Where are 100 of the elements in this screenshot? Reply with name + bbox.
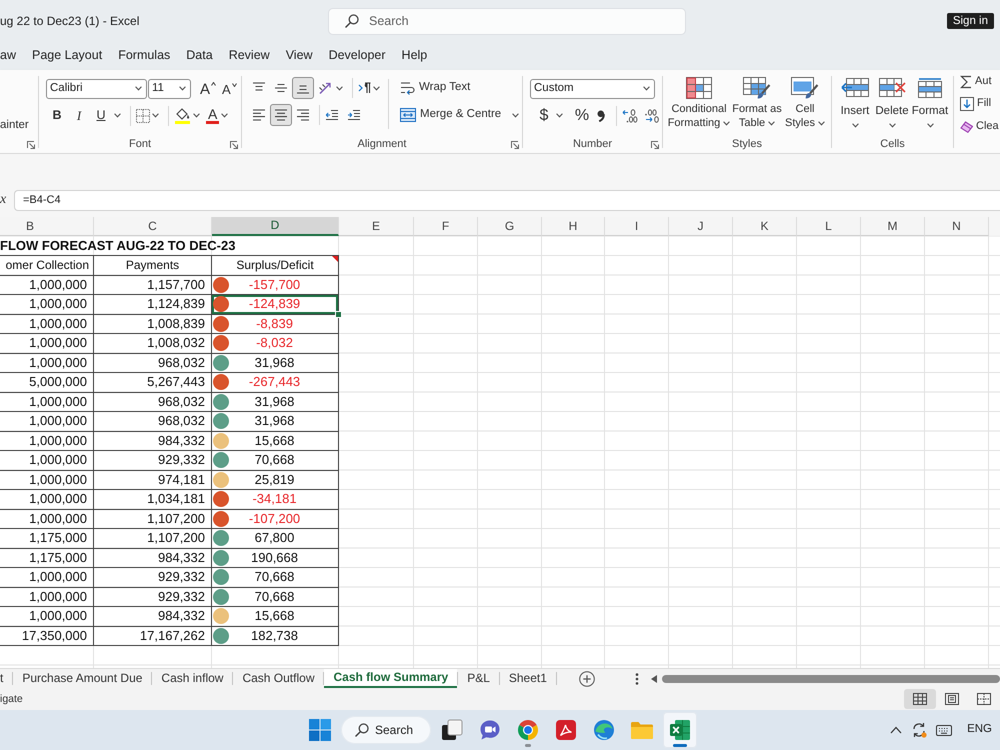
decrease-decimal-icon[interactable] xyxy=(644,108,660,122)
caret-icon[interactable] xyxy=(768,120,776,126)
table-cell[interactable]: 70,668 xyxy=(212,588,339,607)
pdf-app-icon[interactable] xyxy=(555,719,577,741)
ribbon-tab[interactable]: Review xyxy=(228,48,270,64)
sheet-tab[interactable]: P&L xyxy=(458,669,499,688)
ribbon-tab[interactable]: Page Layout xyxy=(32,48,102,64)
caret-icon[interactable] xyxy=(556,113,563,118)
column-header[interactable]: H xyxy=(542,217,605,236)
comma-style-icon[interactable] xyxy=(597,110,605,122)
search-field[interactable]: Search xyxy=(328,8,686,34)
dialog-launcher-icon[interactable] xyxy=(230,140,238,148)
wave-browser-icon[interactable] xyxy=(593,719,615,741)
increase-decimal-icon[interactable] xyxy=(622,108,638,122)
autosum-button[interactable]: Aut xyxy=(960,71,1000,92)
add-sheet-icon[interactable] xyxy=(578,670,595,686)
column-header[interactable]: C xyxy=(94,217,212,236)
column-header[interactable]: L xyxy=(797,217,861,236)
caret-icon[interactable] xyxy=(888,123,896,128)
column-header[interactable]: G xyxy=(478,217,542,236)
ribbon-tab[interactable]: Data xyxy=(186,48,213,64)
caret-icon[interactable] xyxy=(373,86,380,90)
more-options-icon[interactable] xyxy=(634,672,639,684)
language-indicator[interactable]: ENG xyxy=(967,723,992,737)
scroll-left-icon[interactable] xyxy=(650,674,657,682)
table-cell[interactable]: 67,800 xyxy=(212,529,339,548)
table-cell[interactable]: 70,668 xyxy=(212,568,339,588)
chevron-up-icon[interactable] xyxy=(890,726,902,734)
task-view-icon[interactable] xyxy=(441,719,463,741)
caret-icon[interactable] xyxy=(135,86,142,91)
dialog-launcher-icon[interactable] xyxy=(27,140,35,148)
ribbon-tab[interactable]: Developer xyxy=(328,48,386,64)
spreadsheet-app-icon[interactable] xyxy=(669,719,691,741)
format-painter-button[interactable]: ainter xyxy=(0,119,29,133)
fill-color-icon[interactable] xyxy=(174,107,191,124)
table-cell[interactable]: -107,200 xyxy=(212,510,339,529)
decrease-font-size-button[interactable]: A xyxy=(219,78,240,99)
currency-button[interactable]: $ xyxy=(534,105,554,126)
sheet-tab[interactable]: Purchase Amount Due xyxy=(13,669,152,688)
alignment-button[interactable] xyxy=(270,104,292,126)
alignment-button[interactable] xyxy=(292,77,314,99)
sheet-tab[interactable]: Cash Outflow xyxy=(233,669,324,688)
table-cell[interactable]: 25,819 xyxy=(212,470,339,490)
format-as-table-button[interactable]: Format as Table xyxy=(731,77,783,130)
ribbon-tab[interactable]: Help xyxy=(402,48,428,64)
font-size-dropdown[interactable]: 11 xyxy=(148,78,191,98)
table-cell[interactable]: 31,968 xyxy=(212,354,339,373)
cell-styles-button[interactable]: Cell Styles xyxy=(783,77,827,130)
paragraph-direction-icon[interactable] xyxy=(358,82,371,94)
table-cell[interactable]: -124,839 xyxy=(212,295,339,314)
scrollbar-thumb[interactable] xyxy=(662,674,1000,682)
table-cell[interactable]: -267,443 xyxy=(212,373,339,392)
font-color-button[interactable]: A xyxy=(206,107,220,124)
caret-icon[interactable] xyxy=(852,123,858,128)
sheet-tab[interactable]: Cash flow Summary xyxy=(324,669,458,688)
column-header[interactable]: M xyxy=(861,217,925,236)
video-chat-icon[interactable] xyxy=(479,719,501,741)
fill-button[interactable]: Fill xyxy=(960,94,1000,114)
table-cell[interactable]: 182,738 xyxy=(212,626,339,646)
table-cell[interactable]: -8,032 xyxy=(212,334,339,354)
insert-cells-button[interactable]: Insert xyxy=(837,78,873,134)
column-header[interactable]: I xyxy=(605,217,669,236)
column-header[interactable]: J xyxy=(669,217,733,236)
caret-icon[interactable] xyxy=(193,113,200,118)
caret-icon[interactable] xyxy=(512,112,520,118)
bold-button[interactable]: B xyxy=(46,105,68,126)
caret-icon[interactable] xyxy=(221,113,228,118)
table-cell[interactable]: -34,181 xyxy=(212,490,339,510)
ribbon-tab[interactable]: Formulas xyxy=(118,48,170,64)
table-cell[interactable]: 70,668 xyxy=(212,451,339,470)
fill-handle[interactable] xyxy=(335,310,342,318)
start-icon[interactable] xyxy=(309,719,331,741)
decrease-indent-icon[interactable] xyxy=(325,109,339,121)
table-cell[interactable]: -8,839 xyxy=(212,314,339,334)
caret-icon[interactable] xyxy=(926,123,934,128)
caret-icon[interactable] xyxy=(818,120,825,126)
dialog-launcher-icon[interactable] xyxy=(511,140,519,148)
column-header[interactable]: F xyxy=(414,217,478,236)
wrap-text-button[interactable]: Wrap Text xyxy=(398,78,472,98)
dialog-launcher-icon[interactable] xyxy=(651,140,659,148)
format-cells-button[interactable]: Format xyxy=(911,78,949,134)
ribbon-tab[interactable]: aw xyxy=(0,48,16,64)
taskbar-search-button[interactable]: Search xyxy=(341,716,431,744)
table-cell[interactable]: 15,668 xyxy=(212,432,339,451)
sheet-tab[interactable]: Sheet1 xyxy=(500,669,556,688)
caret-icon[interactable] xyxy=(643,86,650,91)
number-format-dropdown[interactable]: Custom xyxy=(530,78,655,98)
table-cell[interactable]: -157,700 xyxy=(212,276,339,295)
keyboard-icon[interactable] xyxy=(936,724,952,736)
caret-icon[interactable] xyxy=(336,86,343,90)
merge-and-centre-button[interactable]: Merge & Centre xyxy=(398,104,504,126)
clear-button[interactable]: Clea xyxy=(960,116,1000,137)
column-header[interactable]: K xyxy=(733,217,797,236)
round-browser-icon[interactable] xyxy=(517,719,539,741)
increase-font-size-button[interactable]: A xyxy=(197,78,220,99)
delete-cells-button[interactable]: Delete xyxy=(873,78,911,134)
caret-icon[interactable] xyxy=(152,113,159,118)
conditional-formatting-button[interactable]: Conditional Formatting xyxy=(667,77,731,130)
table-cell[interactable]: 31,968 xyxy=(212,392,339,412)
italic-button[interactable]: I xyxy=(68,105,90,126)
